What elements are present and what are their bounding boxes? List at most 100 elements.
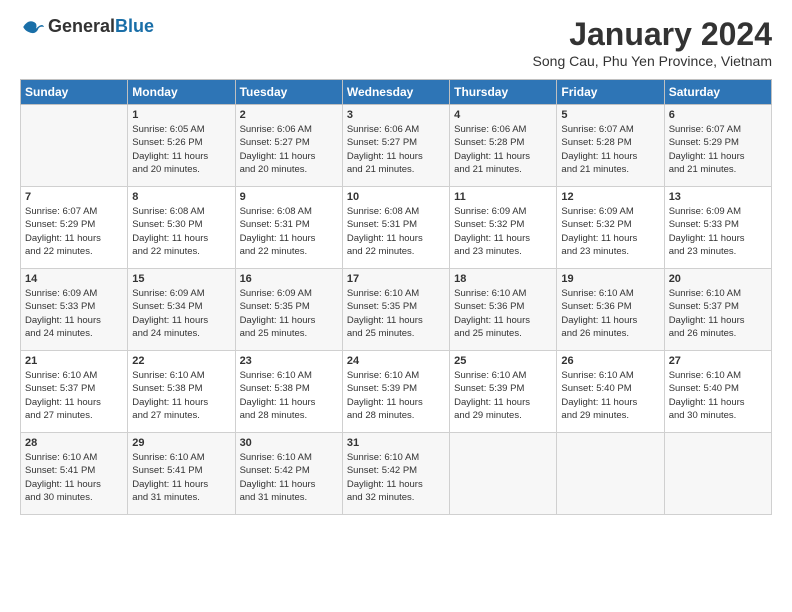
calendar-cell: 16 Sunrise: 6:09 AMSunset: 5:35 PMDayligh… [235,269,342,351]
day-info-line: Sunset: 5:29 PM [669,136,767,149]
day-info-line: and 28 minutes. [347,409,445,422]
day-info: Sunrise: 6:10 AMSunset: 5:40 PMDaylight:… [669,369,767,422]
day-info-line: Sunrise: 6:10 AM [347,451,445,464]
day-info-line: Sunset: 5:39 PM [347,382,445,395]
day-info-line: Daylight: 11 hours [454,396,552,409]
day-info: Sunrise: 6:06 AMSunset: 5:27 PMDaylight:… [347,123,445,176]
day-info-line: Sunset: 5:28 PM [454,136,552,149]
day-info-line: Sunrise: 6:09 AM [454,205,552,218]
calendar-cell: 1Sunrise: 6:05 AMSunset: 5:26 PMDaylight… [128,105,235,187]
day-info-line: Sunrise: 6:06 AM [454,123,552,136]
day-info: Sunrise: 6:10 AMSunset: 5:38 PMDaylight:… [240,369,338,422]
day-info-line: Daylight: 11 hours [561,314,659,327]
day-info: Sunrise: 6:10 AMSunset: 5:37 PMDaylight:… [25,369,123,422]
day-number: 19 [561,273,659,285]
day-info-line: and 22 minutes. [25,245,123,258]
day-info-line: Daylight: 11 hours [25,232,123,245]
day-info-line: Sunrise: 6:10 AM [561,287,659,300]
day-info-line: Sunset: 5:31 PM [347,218,445,231]
calendar-cell: 26Sunrise: 6:10 AMSunset: 5:40 PMDayligh… [557,351,664,433]
day-info-line: Daylight: 11 hours [669,396,767,409]
day-info-line: and 27 minutes. [25,409,123,422]
logo: GeneralBlue [20,16,154,37]
calendar-cell: 10Sunrise: 6:08 AMSunset: 5:31 PMDayligh… [342,187,449,269]
day-number: 16 [240,273,338,285]
day-info: Sunrise: 6:09 AMSunset: 5:33 PMDaylight:… [669,205,767,258]
day-info-line: Sunrise: 6:09 AM [240,287,338,300]
calendar-cell [21,105,128,187]
day-info: Sunrise: 6:09 AMSunset: 5:32 PMDaylight:… [561,205,659,258]
day-info-line: Sunrise: 6:09 AM [669,205,767,218]
calendar-cell: 29 Sunrise: 6:10 AMSunset: 5:41 PMDayligh… [128,433,235,515]
day-info: Sunrise: 6:10 AMSunset: 5:36 PMDaylight:… [561,287,659,340]
calendar-cell: 13Sunrise: 6:09 AMSunset: 5:33 PMDayligh… [664,187,771,269]
calendar-cell: 22Sunrise: 6:10 AMSunset: 5:38 PMDayligh… [128,351,235,433]
day-info-line: Sunrise: 6:07 AM [561,123,659,136]
day-info-line: Daylight: 11 hours [347,232,445,245]
day-info-line: and 31 minutes. [240,491,338,504]
day-info-line: Sunrise: 6:06 AM [240,123,338,136]
day-info-line: Daylight: 11 hours [454,150,552,163]
day-info-line: Daylight: 11 hours [240,314,338,327]
day-info-line: Daylight: 11 hours [132,478,230,491]
day-number: 29 [132,437,230,449]
day-info: Sunrise: 6:10 AMSunset: 5:36 PMDaylight:… [454,287,552,340]
calendar-cell: 15Sunrise: 6:09 AMSunset: 5:34 PMDayligh… [128,269,235,351]
day-info-line: and 20 minutes. [240,163,338,176]
day-number: 25 [454,355,552,367]
day-info-line: Sunset: 5:35 PM [240,300,338,313]
day-info: Sunrise: 6:07 AMSunset: 5:29 PMDaylight:… [669,123,767,176]
day-info-line: Sunrise: 6:09 AM [25,287,123,300]
day-info-line: Daylight: 11 hours [669,150,767,163]
day-info-line: and 23 minutes. [669,245,767,258]
day-info-line: Sunrise: 6:08 AM [240,205,338,218]
calendar-week-row: 14 Sunrise: 6:09 AMSunset: 5:33 PMDayligh… [21,269,772,351]
day-number: 8 [132,191,230,203]
day-info-line: Daylight: 11 hours [25,396,123,409]
day-info-line: Sunset: 5:33 PM [669,218,767,231]
calendar-cell: 7Sunrise: 6:07 AMSunset: 5:29 PMDaylight… [21,187,128,269]
day-number: 14 [25,273,123,285]
day-number: 26 [561,355,659,367]
calendar-cell: 14 Sunrise: 6:09 AMSunset: 5:33 PMDayligh… [21,269,128,351]
month-title: January 2024 [533,16,772,53]
day-info-line: Sunset: 5:41 PM [132,464,230,477]
calendar-cell: 28Sunrise: 6:10 AMSunset: 5:41 PMDayligh… [21,433,128,515]
day-info-line: and 30 minutes. [25,491,123,504]
day-info-line: Sunrise: 6:10 AM [454,369,552,382]
calendar-cell [557,433,664,515]
day-info-line: Daylight: 11 hours [561,396,659,409]
day-info-line: Sunset: 5:27 PM [240,136,338,149]
day-info-line: Sunset: 5:41 PM [25,464,123,477]
day-info-line: Daylight: 11 hours [454,232,552,245]
day-info-line: Sunset: 5:42 PM [347,464,445,477]
day-info-line: and 20 minutes. [132,163,230,176]
subtitle: Song Cau, Phu Yen Province, Vietnam [533,53,772,69]
day-number: 3 [347,109,445,121]
day-info-line: Daylight: 11 hours [347,478,445,491]
day-number: 2 [240,109,338,121]
day-info-line: Sunset: 5:30 PM [132,218,230,231]
day-info-line: Sunset: 5:31 PM [240,218,338,231]
header: GeneralBlue January 2024 Song Cau, Phu Y… [20,16,772,69]
day-info: Sunrise: 6:05 AMSunset: 5:26 PMDaylight:… [132,123,230,176]
day-info: Sunrise: 6:10 AMSunset: 5:41 PMDaylight:… [132,451,230,504]
day-info-line: Sunrise: 6:07 AM [25,205,123,218]
calendar-cell: 23Sunrise: 6:10 AMSunset: 5:38 PMDayligh… [235,351,342,433]
day-info-line: Daylight: 11 hours [669,232,767,245]
day-info-line: and 29 minutes. [561,409,659,422]
day-info: Sunrise: 6:09 AMSunset: 5:33 PMDaylight:… [25,287,123,340]
day-info-line: Sunrise: 6:10 AM [669,287,767,300]
calendar-cell: 4Sunrise: 6:06 AMSunset: 5:28 PMDaylight… [450,105,557,187]
day-number: 21 [25,355,123,367]
day-number: 10 [347,191,445,203]
header-friday: Friday [557,80,664,105]
calendar-table: SundayMondayTuesdayWednesdayThursdayFrid… [20,79,772,515]
day-number: 17 [347,273,445,285]
day-info-line: Sunrise: 6:10 AM [132,451,230,464]
day-info-line: and 25 minutes. [347,327,445,340]
day-info-line: and 22 minutes. [132,245,230,258]
calendar-header-row: SundayMondayTuesdayWednesdayThursdayFrid… [21,80,772,105]
calendar-cell: 30Sunrise: 6:10 AMSunset: 5:42 PMDayligh… [235,433,342,515]
day-info-line: Daylight: 11 hours [347,396,445,409]
